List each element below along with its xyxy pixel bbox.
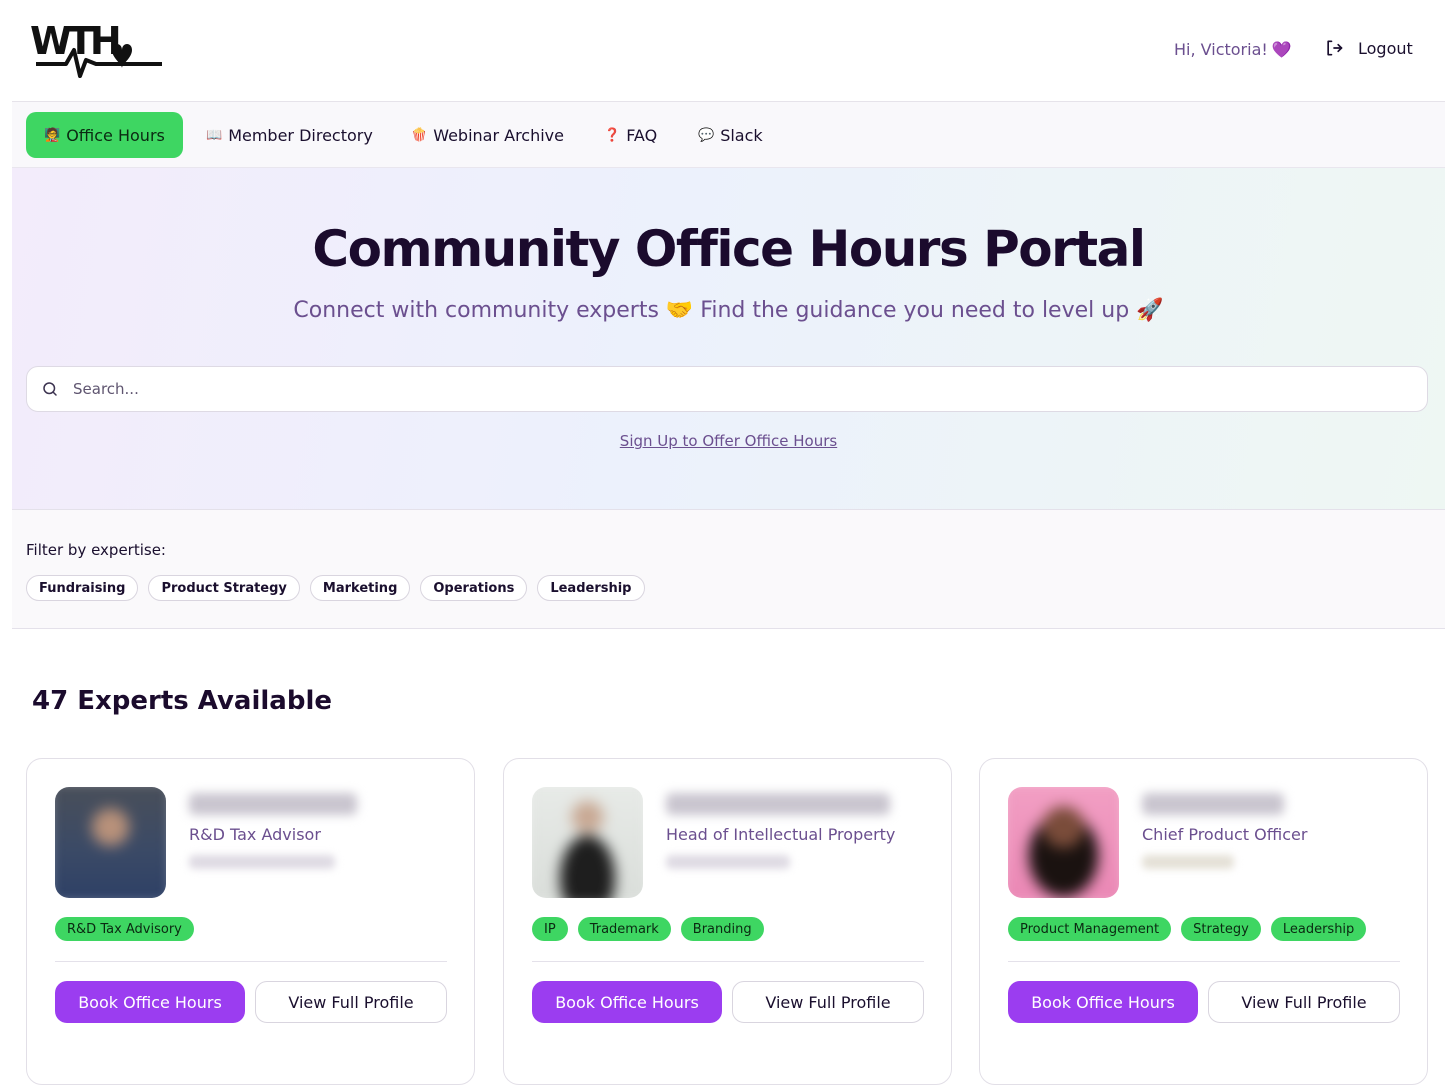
expert-title: R&D Tax Advisor [189, 825, 321, 844]
expertise-tags: IP Trademark Branding [532, 917, 764, 941]
expert-name-redacted [189, 793, 357, 815]
nav-label: Member Directory [228, 125, 373, 145]
popcorn-icon: 🍿 [411, 127, 428, 143]
filter-chip-leadership[interactable]: Leadership [537, 575, 645, 601]
expert-title: Head of Intellectual Property [666, 825, 896, 844]
view-full-profile-button[interactable]: View Full Profile [732, 981, 924, 1023]
view-full-profile-button[interactable]: View Full Profile [255, 981, 447, 1023]
expert-card: R&D Tax Advisor R&D Tax Advisory Book Of… [26, 758, 475, 1085]
expert-company-redacted [666, 855, 790, 869]
speech-bubble-icon: 💬 [698, 127, 715, 143]
signup-offer-link[interactable]: Sign Up to Offer Office Hours [12, 432, 1445, 450]
card-divider [55, 961, 447, 962]
expert-company-redacted [189, 855, 335, 869]
expertise-tag: IP [532, 917, 568, 941]
logout-icon [1327, 40, 1343, 56]
app-frame: WTH Hi, Victoria! 💜 Logout 🧑‍🏫 Office Hou… [12, 0, 1445, 1092]
expertise-tags: Product Management Strategy Leadership [1008, 917, 1367, 941]
expert-company-redacted [1142, 855, 1234, 869]
book-office-hours-button[interactable]: Book Office Hours [1008, 981, 1198, 1023]
avatar [55, 787, 166, 898]
nav-slack[interactable]: 💬 Slack [680, 112, 781, 158]
page-title: Community Office Hours Portal [312, 220, 1146, 278]
nav-label: FAQ [626, 125, 658, 145]
expert-name-redacted [1142, 793, 1284, 815]
nav-member-directory[interactable]: 📖 Member Directory [188, 112, 391, 158]
nav-webinar-archive[interactable]: 🍿 Webinar Archive [393, 112, 582, 158]
expertise-tag: Trademark [577, 917, 671, 941]
expert-card: Head of Intellectual Property IP Tradema… [503, 758, 952, 1085]
filter-chip-operations[interactable]: Operations [420, 575, 528, 601]
hero-section: Community Office Hours Portal Connect wi… [12, 168, 1445, 510]
nav-office-hours[interactable]: 🧑‍🏫 Office Hours [26, 112, 183, 158]
top-header: WTH Hi, Victoria! 💜 Logout [12, 0, 1445, 102]
filter-chip-marketing[interactable]: Marketing [309, 575, 411, 601]
page-subtitle: Connect with community experts 🤝 Find th… [293, 298, 1164, 323]
book-office-hours-button[interactable]: Book Office Hours [55, 981, 245, 1023]
expertise-tags: R&D Tax Advisory [55, 917, 194, 941]
nav-label: Office Hours [66, 125, 165, 145]
filter-chip-product-strategy[interactable]: Product Strategy [148, 575, 300, 601]
expertise-tag: R&D Tax Advisory [55, 917, 194, 941]
expert-title: Chief Product Officer [1142, 825, 1308, 844]
search-icon [43, 382, 57, 396]
nav-label: Slack [720, 125, 763, 145]
expert-name-redacted [666, 793, 890, 815]
question-icon: ❓ [604, 127, 621, 143]
nav-label: Webinar Archive [433, 125, 564, 145]
filter-label: Filter by expertise: [26, 541, 166, 559]
expertise-tag: Product Management [1008, 917, 1172, 941]
search-input[interactable] [73, 380, 1373, 398]
filter-chip-row: Fundraising Product Strategy Marketing O… [26, 575, 645, 601]
avatar [532, 787, 643, 898]
filter-chip-fundraising[interactable]: Fundraising [26, 575, 139, 601]
filter-section: Filter by expertise: Fundraising Product… [12, 510, 1445, 629]
book-office-hours-button[interactable]: Book Office Hours [532, 981, 722, 1023]
logout-label: Logout [1358, 38, 1413, 58]
expertise-tag: Leadership [1270, 917, 1367, 941]
view-full-profile-button[interactable]: View Full Profile [1208, 981, 1400, 1023]
nav-faq[interactable]: ❓ FAQ [586, 112, 675, 158]
user-greeting: Hi, Victoria! 💜 [1174, 40, 1292, 59]
expert-card: Chief Product Officer Product Management… [979, 758, 1428, 1085]
experts-count-title: 47 Experts Available [32, 686, 333, 716]
card-divider [532, 961, 924, 962]
expertise-tag: Branding [680, 917, 764, 941]
teacher-icon: 🧑‍🏫 [44, 127, 61, 143]
logout-button[interactable]: Logout [1324, 38, 1413, 58]
wth-logo[interactable]: WTH [30, 20, 168, 80]
main-nav: 🧑‍🏫 Office Hours 📖 Member Directory 🍿 We… [12, 102, 1445, 168]
avatar [1008, 787, 1119, 898]
purple-heart-icon: 💜 [1271, 40, 1292, 59]
book-icon: 📖 [206, 127, 223, 143]
greeting-text: Hi, Victoria! [1174, 40, 1268, 59]
search-bar[interactable] [26, 366, 1428, 412]
card-divider [1008, 961, 1400, 962]
expertise-tag: Strategy [1181, 917, 1261, 941]
